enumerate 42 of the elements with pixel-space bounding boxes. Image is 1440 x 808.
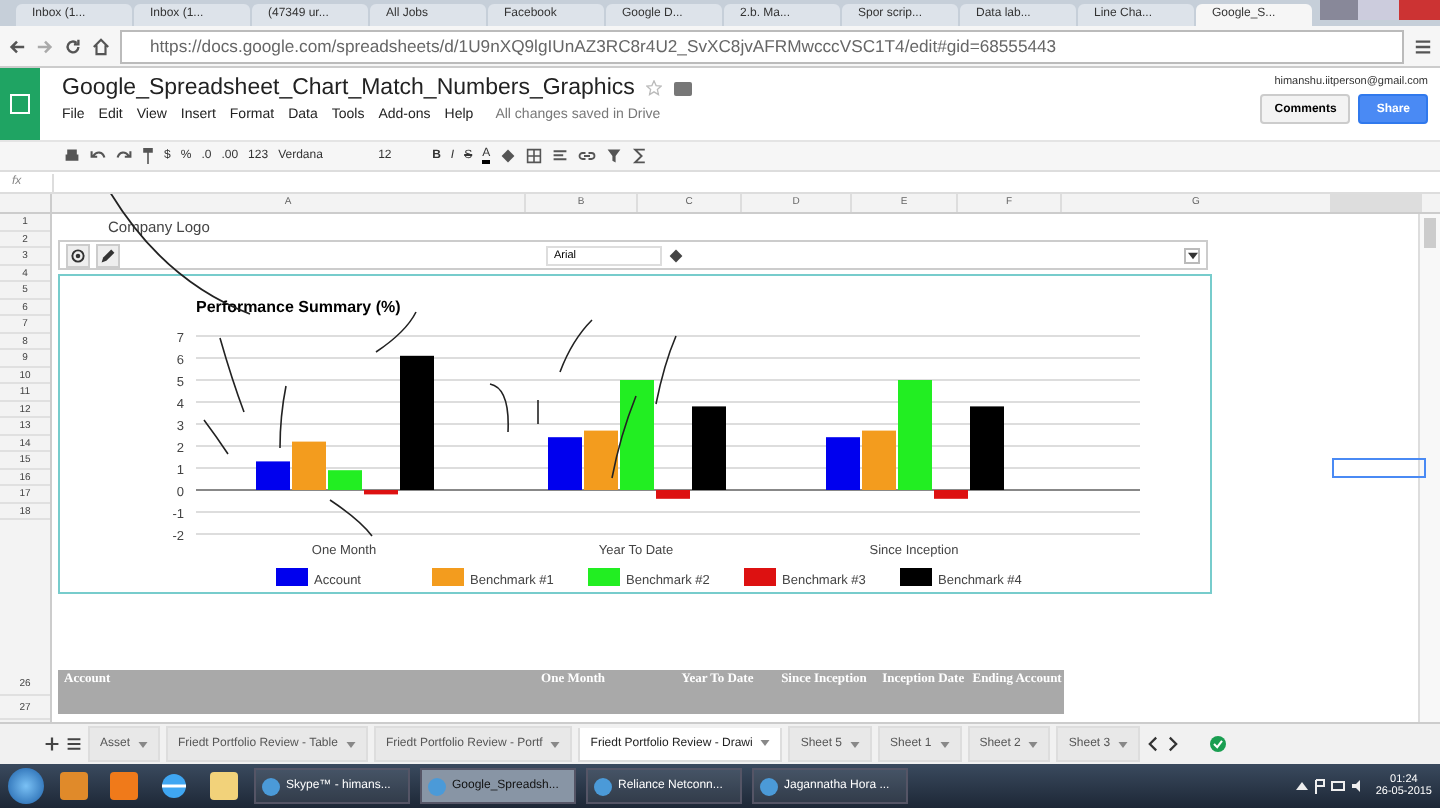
dropdown-icon[interactable] [1184,247,1200,263]
scrollbar-thumb[interactable] [1424,218,1436,248]
check-icon [1210,736,1227,752]
link-icon[interactable] [578,148,597,164]
caret-icon[interactable] [760,740,771,746]
paint-bucket-icon[interactable] [668,247,684,263]
add-sheet-icon[interactable] [44,736,60,752]
window-controls[interactable] [1320,0,1440,20]
back-icon[interactable] [8,37,26,55]
caret-icon[interactable] [550,741,561,747]
folder-icon[interactable] [674,81,693,95]
caret-icon[interactable] [138,741,149,747]
selected-cell[interactable] [1332,458,1426,478]
sum-icon[interactable] [632,148,649,164]
document-title[interactable]: Google_Spreadsheet_Chart_Match_Numbers_Graphics [62,76,635,100]
filter-icon[interactable] [606,148,623,164]
undo-icon[interactable] [90,148,106,164]
star-icon[interactable] [646,80,663,96]
caret-icon[interactable] [939,741,950,747]
align-icon[interactable] [552,148,569,164]
address-field[interactable]: https://docs.google.com/spreadsheets/d/1U9nXQ9lgIUnAZ3RC8r4U2_SvXC8jvAFRMwcccVSC1T4/edit#gid=68555443 [120,29,1404,63]
paint-bucket-icon[interactable] [500,148,517,164]
print-icon[interactable] [64,148,80,164]
redo-icon[interactable] [116,148,132,164]
eye-icon[interactable] [66,243,90,267]
borders-icon[interactable] [526,148,543,164]
menu-icon[interactable] [1414,37,1432,55]
system-tray-icon[interactable] [1295,778,1364,794]
sheets-logo-icon[interactable] [0,68,40,140]
start-button[interactable] [8,768,44,804]
globe-icon[interactable] [160,772,188,800]
caret-icon[interactable] [345,741,356,747]
reload-icon[interactable] [64,37,82,55]
pencil-icon[interactable] [96,243,120,267]
scroll-right-icon[interactable] [1166,736,1181,752]
home-icon[interactable] [92,37,110,55]
caret-icon[interactable] [1028,741,1039,747]
scroll-left-icon[interactable] [1146,736,1161,752]
caret-icon[interactable] [850,741,861,747]
sheet-list-icon[interactable] [66,736,82,752]
paint-format-icon[interactable] [142,148,154,164]
caret-icon[interactable] [1118,741,1129,747]
